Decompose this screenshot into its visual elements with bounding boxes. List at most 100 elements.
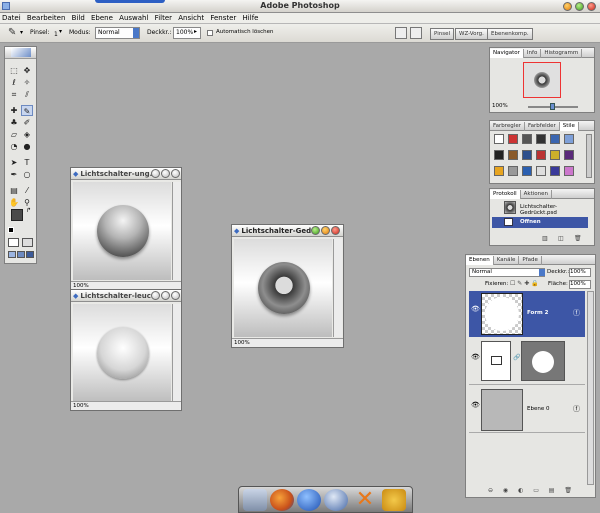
blend-mode-select[interactable]: Normal: [469, 268, 545, 277]
maximize-button[interactable]: [575, 2, 584, 11]
tab-wz-vorg[interactable]: WZ-Vorg.: [455, 28, 488, 40]
x-tool-dock-icon[interactable]: ✕: [353, 489, 377, 511]
hand-tool-icon[interactable]: ✋: [8, 197, 20, 208]
document-3-zoom-button[interactable]: [321, 226, 330, 235]
crop-tool-icon[interactable]: ⌗: [8, 89, 20, 100]
document-window-2[interactable]: ◆ Lichtschalter-leuc... 100%: [70, 289, 182, 411]
document-2-vscroll[interactable]: [172, 304, 181, 402]
globe-dock-icon[interactable]: [297, 489, 321, 511]
navigator-zoom[interactable]: 100%: [492, 103, 508, 109]
tab-ebenen[interactable]: Ebenen: [466, 256, 494, 265]
style-swatch-8[interactable]: [522, 150, 532, 160]
style-none-swatch[interactable]: [494, 134, 504, 144]
document-3-close-button[interactable]: [331, 226, 340, 235]
style-swatch-5[interactable]: [564, 134, 574, 144]
app-menu-icon[interactable]: [2, 2, 10, 10]
file-browser-icon[interactable]: [395, 27, 407, 39]
minimize-button[interactable]: [563, 2, 572, 11]
styles-scrollbar[interactable]: [586, 134, 592, 178]
tab-ebenenkomp[interactable]: Ebenenkomp.: [487, 28, 533, 40]
app-dock-icon[interactable]: [382, 489, 406, 511]
style-swatch-9[interactable]: [536, 150, 546, 160]
style-swatch-11[interactable]: [564, 150, 574, 160]
eraser-tool-icon[interactable]: ▱: [8, 129, 20, 140]
style-swatch-3[interactable]: [536, 134, 546, 144]
tab-pinsel[interactable]: Pinsel: [430, 28, 454, 40]
document-3-titlebar[interactable]: ◆ Lichtschalter-Ged...: [232, 225, 343, 237]
tab-histogramm[interactable]: Histogramm: [541, 49, 583, 58]
ellipse-tool-icon[interactable]: ○: [21, 169, 33, 180]
chain-link-icon[interactable]: 🔗: [513, 354, 520, 361]
document-3-canvas[interactable]: [234, 239, 332, 337]
eye-visibility-icon[interactable]: 👁: [471, 353, 480, 361]
tab-kanaele[interactable]: Kanäle: [494, 256, 520, 265]
notes-tool-icon[interactable]: ▤: [8, 185, 20, 196]
trash-icon[interactable]: 🗑: [574, 235, 582, 242]
eye-visibility-icon[interactable]: 👁: [471, 401, 480, 409]
pinsel-dropdown-icon[interactable]: ▾: [59, 28, 62, 35]
menu-hilfe[interactable]: Hilfe: [243, 13, 259, 24]
document-2-zoom[interactable]: 100%: [73, 403, 89, 409]
style-swatch-4[interactable]: [550, 134, 560, 144]
firefox-dock-icon[interactable]: [270, 489, 294, 511]
type-tool-icon[interactable]: T: [21, 157, 33, 168]
document-2-titlebar[interactable]: ◆ Lichtschalter-leuc...: [71, 290, 181, 302]
layer-row-ebene0[interactable]: 👁 Ebene 0 ⓕ: [469, 387, 585, 433]
pencil-tool-icon-selected[interactable]: ✎: [21, 105, 33, 116]
style-swatch-15[interactable]: [536, 166, 546, 176]
palette-well-icon[interactable]: [410, 27, 422, 39]
lock-icons[interactable]: ☐ ✎ ✚ 🔒: [510, 280, 539, 287]
tab-stile[interactable]: Stile: [559, 122, 579, 131]
close-button[interactable]: [587, 2, 596, 11]
style-swatch-13[interactable]: [508, 166, 518, 176]
style-swatch-6[interactable]: [494, 150, 504, 160]
layers-scrollbar[interactable]: [587, 291, 594, 485]
path-select-tool-icon[interactable]: ➤: [8, 157, 20, 168]
lasso-tool-icon[interactable]: ℓ: [8, 77, 20, 88]
new-document-from-state-icon[interactable]: ▥: [542, 235, 548, 242]
style-swatch-7[interactable]: [508, 150, 518, 160]
navigator-slider-thumb[interactable]: [550, 103, 555, 110]
menu-datei[interactable]: Datei: [2, 13, 21, 24]
auto-delete-checkbox[interactable]: [207, 30, 213, 36]
layer-row-form2[interactable]: 👁 Form 2 ⓕ: [469, 291, 585, 337]
blur-tool-icon[interactable]: ◔: [8, 141, 20, 152]
tab-farbregler[interactable]: Farbregler: [490, 122, 525, 131]
document-window-1[interactable]: ◆ Lichtschalter-ung... 100%: [70, 167, 182, 291]
layer-style-icon[interactable]: ⓕ: [573, 404, 580, 414]
eye-visibility-icon[interactable]: 👁: [471, 305, 480, 313]
document-window-3[interactable]: ◆ Lichtschalter-Ged... 100%: [231, 224, 344, 348]
history-brush-tool-icon[interactable]: ✐: [21, 117, 33, 128]
default-colors-icon[interactable]: [8, 227, 14, 233]
document-1-zoom-button[interactable]: [161, 169, 170, 178]
layer-actions-bar[interactable]: ⊖ ◉ ◐ ▭ ▤ 🗑: [488, 487, 576, 494]
thunderbird-dock-icon[interactable]: [324, 489, 348, 511]
document-1-close-button[interactable]: [171, 169, 180, 178]
document-3-minimize-button[interactable]: [311, 226, 320, 235]
document-1-titlebar[interactable]: ◆ Lichtschalter-ung...: [71, 168, 181, 180]
menu-filter[interactable]: Filter: [155, 13, 172, 24]
tab-info[interactable]: Info: [524, 49, 542, 58]
standard-mode-icon[interactable]: [8, 238, 19, 247]
swap-colors-icon[interactable]: ↱: [26, 207, 31, 214]
tab-farbfelder[interactable]: Farbfelder: [525, 122, 560, 131]
menu-ebene[interactable]: Ebene: [91, 13, 113, 24]
eyedropper-tool-icon[interactable]: ⁄: [21, 185, 33, 196]
paint-bucket-tool-icon[interactable]: ◈: [21, 129, 33, 140]
deckkraft-chevron-icon[interactable]: ▸: [194, 28, 197, 35]
tab-aktionen[interactable]: Aktionen: [521, 190, 553, 199]
document-2-minimize-button[interactable]: [151, 291, 160, 300]
tab-pfade[interactable]: Pfade: [519, 256, 542, 265]
screen-mode-1-icon[interactable]: [8, 251, 16, 258]
pencil-tool-icon[interactable]: ✎: [8, 27, 16, 38]
navigator-thumbnail[interactable]: [523, 62, 561, 98]
layer-row-shape[interactable]: 👁 🔗: [469, 339, 585, 385]
menu-ansicht[interactable]: Ansicht: [178, 13, 204, 24]
menu-bearbeiten[interactable]: Bearbeiten: [27, 13, 65, 24]
new-snapshot-icon[interactable]: ◫: [558, 235, 564, 242]
menu-bild[interactable]: Bild: [72, 13, 85, 24]
foreground-color-swatch[interactable]: [11, 209, 23, 221]
trash-dock-icon[interactable]: [243, 489, 267, 511]
document-1-vscroll[interactable]: [172, 182, 181, 280]
slice-tool-icon[interactable]: ⫽: [21, 89, 33, 100]
